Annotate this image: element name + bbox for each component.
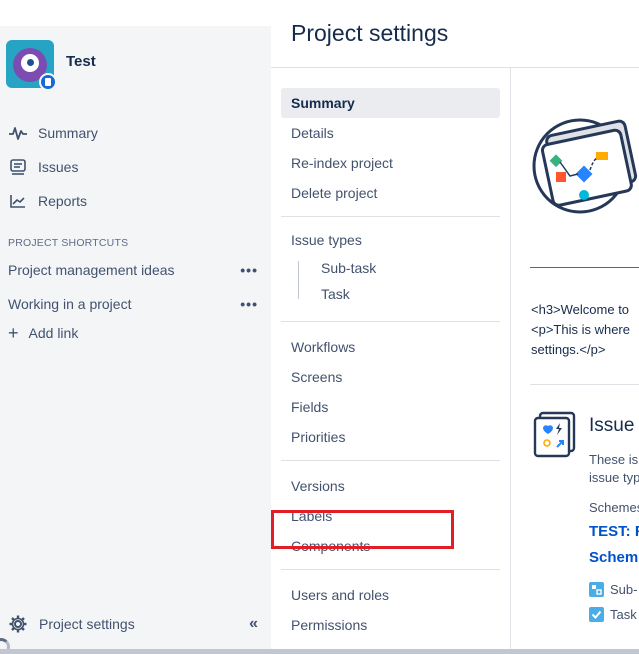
- activity-icon: [8, 123, 28, 143]
- divider: [281, 569, 500, 570]
- issue-types-icon: [532, 411, 578, 464]
- reports-icon: [8, 191, 28, 211]
- divider: [281, 321, 500, 322]
- settings-nav-task[interactable]: Task: [311, 281, 500, 307]
- settings-nav-reindex[interactable]: Re-index project: [281, 148, 500, 178]
- divider: [281, 460, 500, 461]
- issue-type-label: Task: [610, 607, 637, 622]
- sidebar-item-project-settings[interactable]: Project settings «: [8, 609, 258, 639]
- gear-icon: [8, 614, 30, 634]
- welcome-line: <h3>Welcome to: [531, 302, 630, 317]
- settings-nav: Summary Details Re-index project Delete …: [271, 68, 511, 654]
- welcome-line: <p>This is where: [531, 322, 630, 337]
- section-title-shortcuts: PROJECT SHORTCUTS: [8, 237, 129, 249]
- issues-icon: [8, 157, 28, 177]
- settings-nav-group: Summary Details Re-index project Delete …: [281, 88, 500, 640]
- sidebar-item-label: Summary: [38, 125, 98, 141]
- add-link-button[interactable]: + Add link: [8, 324, 78, 342]
- sidebar-item-label: Reports: [38, 193, 88, 209]
- settings-nav-fields[interactable]: Fields: [281, 392, 500, 422]
- issue-type-subtask[interactable]: Sub-: [589, 582, 637, 597]
- settings-nav-versions[interactable]: Versions: [281, 471, 500, 501]
- settings-nav-details[interactable]: Details: [281, 118, 500, 148]
- sidebar-item-summary[interactable]: Summary: [8, 116, 263, 150]
- settings-nav-permissions[interactable]: Permissions: [281, 610, 500, 640]
- divider: [281, 216, 500, 217]
- plus-icon: +: [8, 323, 19, 343]
- issue-types-subtree: Sub-task Task: [281, 255, 500, 307]
- bottom-scrollbar[interactable]: [0, 649, 639, 654]
- labels-highlight-box: [271, 510, 454, 549]
- description-line: issue typ: [589, 470, 639, 485]
- sidebar-item-reports[interactable]: Reports: [8, 184, 263, 218]
- issue-types-heading: Issue: [589, 415, 635, 436]
- shortcut-label: Project management ideas: [8, 262, 175, 278]
- subtask-icon: [589, 582, 604, 597]
- settings-nav-delete[interactable]: Delete project: [281, 178, 500, 208]
- tree-line: [298, 261, 299, 299]
- schemes-label: Schemes: [589, 500, 639, 515]
- collapse-sidebar-button[interactable]: «: [249, 615, 258, 633]
- summary-content: <h3>Welcome to <p>This is where settings…: [512, 68, 639, 654]
- description-line: These is: [589, 452, 639, 467]
- more-icon[interactable]: •••: [240, 262, 258, 278]
- shortcut-item[interactable]: Project management ideas •••: [8, 255, 258, 285]
- issue-types-description: These is issue typ: [589, 451, 639, 487]
- page-title: Project settings: [291, 20, 449, 46]
- sidebar-item-label: Issues: [38, 159, 79, 175]
- welcome-text: <h3>Welcome to <p>This is where settings…: [531, 300, 639, 360]
- divider: [530, 384, 639, 385]
- more-icon[interactable]: •••: [240, 296, 258, 312]
- settings-nav-issue-types[interactable]: Issue types: [281, 225, 500, 255]
- divider: [530, 267, 639, 268]
- project-sidebar: Test Summary Issues Reports PROJECT SHOR…: [0, 26, 271, 654]
- settings-nav-subtask[interactable]: Sub-task: [311, 255, 500, 281]
- project-settings-illustration: [530, 118, 639, 223]
- settings-nav-priorities[interactable]: Priorities: [281, 422, 500, 452]
- settings-nav-summary[interactable]: Summary: [281, 88, 500, 118]
- project-settings-label: Project settings: [39, 616, 135, 632]
- settings-nav-screens[interactable]: Screens: [281, 362, 500, 392]
- shortcut-label: Working in a project: [8, 296, 132, 312]
- project-name[interactable]: Test: [66, 53, 96, 70]
- project-nav: Summary Issues Reports: [8, 116, 263, 218]
- scheme-link[interactable]: TEST: F: [589, 523, 639, 540]
- project-header[interactable]: Test: [6, 40, 96, 91]
- task-icon: [589, 607, 604, 622]
- issue-type-task[interactable]: Task: [589, 607, 637, 622]
- scheme-link[interactable]: Schem: [589, 549, 638, 566]
- shortcut-item[interactable]: Working in a project •••: [8, 289, 258, 319]
- issue-type-label: Sub-: [610, 582, 638, 597]
- add-link-label: Add link: [28, 325, 79, 341]
- welcome-line: settings.</p>: [531, 342, 606, 357]
- settings-nav-workflows[interactable]: Workflows: [281, 332, 500, 362]
- sidebar-item-issues[interactable]: Issues: [8, 150, 263, 184]
- settings-nav-users-roles[interactable]: Users and roles: [281, 580, 500, 610]
- software-badge-icon: [39, 73, 57, 91]
- project-avatar[interactable]: [6, 40, 57, 91]
